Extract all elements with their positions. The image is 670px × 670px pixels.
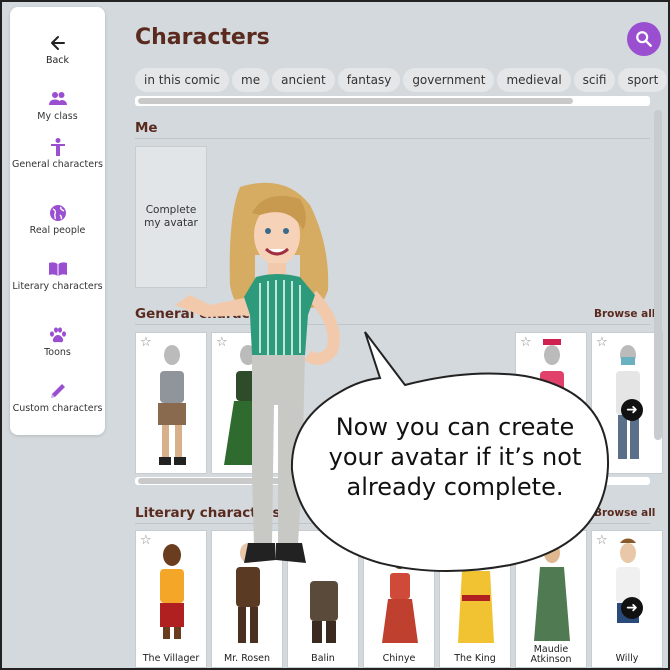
speech-bubble-text: Now you can create your avatar if it’s n… xyxy=(328,413,582,501)
speech-bubble xyxy=(290,331,610,572)
